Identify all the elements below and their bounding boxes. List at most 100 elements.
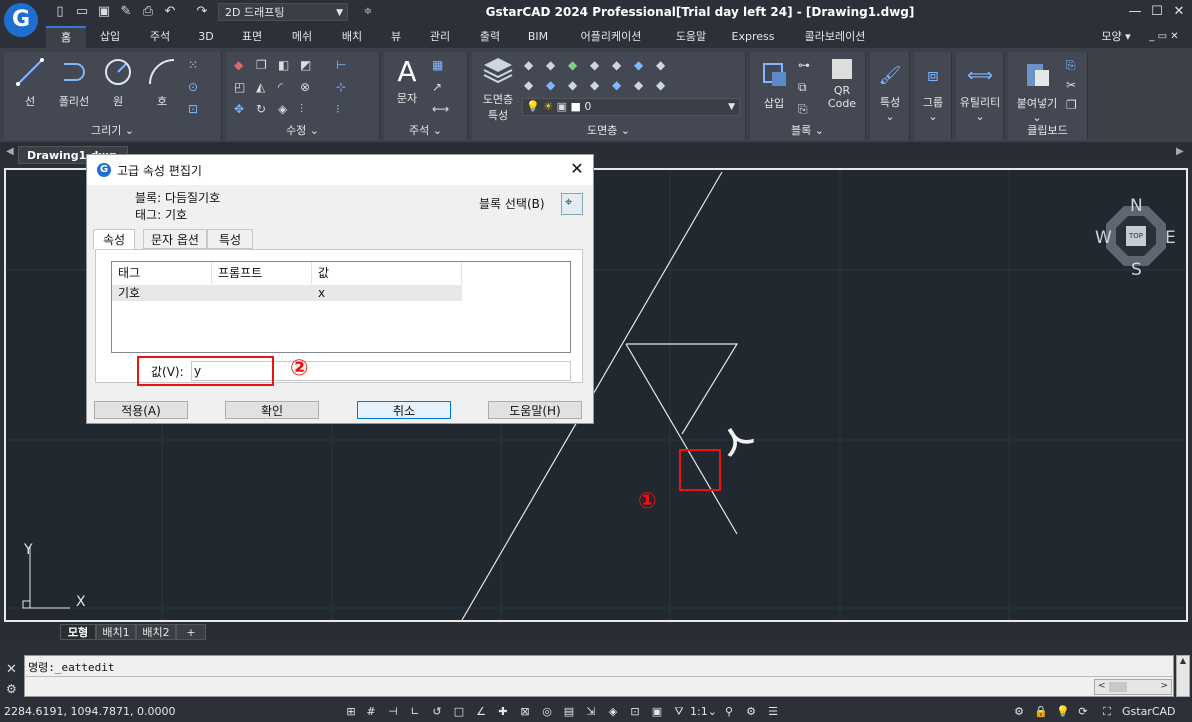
tab-express[interactable]: Express <box>724 26 782 48</box>
current-layer-select[interactable]: 💡 ☀ ▣ ■ 0 ▼ <box>522 98 740 116</box>
tab-scroll-right-icon[interactable]: ▶ <box>1176 146 1184 157</box>
undo-icon[interactable]: ↶ <box>162 4 178 20</box>
ok-button[interactable]: 확인 <box>225 401 319 419</box>
layer-tool-4-icon[interactable]: ◆ <box>590 58 606 72</box>
layer-tool-6-icon[interactable]: ◆ <box>634 58 650 72</box>
layer-tool-13-icon[interactable]: ◆ <box>634 78 650 92</box>
block-panel-title[interactable]: 블록 ⌄ <box>750 122 865 138</box>
dynamic-input-icon[interactable]: ⊠ <box>518 705 532 719</box>
block-attr-icon[interactable]: ⧉ <box>798 80 814 94</box>
text-button[interactable]: A 문자 <box>388 56 426 106</box>
app-logo-icon[interactable]: G <box>4 3 38 37</box>
quick-access-menu-icon[interactable]: ≑ <box>360 4 376 20</box>
close-command-icon[interactable]: ✕ <box>6 662 17 677</box>
doc-window-controls[interactable]: _ ▭ ✕ <box>1138 26 1190 48</box>
mirror-icon[interactable]: ◧ <box>278 58 294 72</box>
tab-applications[interactable]: 어플리케이션 <box>566 26 656 48</box>
workspace-select[interactable]: 2D 드래프팅 ▼ <box>218 3 348 21</box>
annotation-visibility-icon[interactable]: ⚲ <box>722 705 736 719</box>
print-icon[interactable]: ⎙ <box>140 4 156 20</box>
minimize-icon[interactable]: — <box>1124 3 1146 21</box>
properties-button[interactable]: 🖌 특성 ⌄ <box>872 60 908 123</box>
tab-view[interactable]: 뷰 <box>380 26 412 48</box>
tab-surface[interactable]: 표면 <box>230 26 274 48</box>
tab-home[interactable]: 홈 <box>46 26 86 48</box>
status-menu-icon[interactable]: ☰ <box>766 705 780 719</box>
hardware-accel-icon[interactable]: ⟳ <box>1076 705 1090 719</box>
grid-snap-icon[interactable]: ⊞ <box>344 705 358 719</box>
layer-tool-3-icon[interactable]: ◆ <box>568 58 584 72</box>
osnap-icon[interactable]: □ <box>452 705 466 719</box>
tab-annotate[interactable]: 주석 <box>138 26 182 48</box>
save-as-icon[interactable]: ✎ <box>118 4 134 20</box>
tab-layout1[interactable]: 배치1 <box>96 624 136 640</box>
paste-button[interactable]: 붙여넣기 ⌄ <box>1010 58 1064 124</box>
table-icon[interactable]: ▦ <box>432 58 448 72</box>
tab-bim[interactable]: BIM <box>518 26 558 48</box>
lineweight-icon[interactable]: ◎ <box>540 705 554 719</box>
transparency-icon[interactable]: ▤ <box>562 705 576 719</box>
annotation-scale-icon[interactable]: ⛛ <box>672 705 686 719</box>
scale-icon[interactable]: ◭ <box>256 80 272 94</box>
copy-base-icon[interactable]: ❐ <box>1066 98 1082 112</box>
annotation-scale-value[interactable]: 1:1⌄ <box>690 705 717 718</box>
column-header-value[interactable]: 값 <box>312 262 462 284</box>
trim-icon[interactable]: ⫶ <box>300 102 316 116</box>
dialog-close-icon[interactable]: ✕ <box>567 159 587 179</box>
dimension-icon[interactable]: ⟷ <box>432 102 449 116</box>
tab-3d[interactable]: 3D <box>188 26 224 48</box>
selection-cycle-icon[interactable]: ⇲ <box>584 705 598 719</box>
modify-panel-title[interactable]: 수정 ⌄ <box>226 122 379 138</box>
redo-icon[interactable]: ↷ <box>194 4 210 20</box>
line-button[interactable]: 선 <box>8 56 52 109</box>
layer-tool-1-icon[interactable]: ◆ <box>524 58 540 72</box>
groups-button[interactable]: ⧈ 그룹 ⌄ <box>916 60 950 123</box>
fillet-icon[interactable]: ◜ <box>278 80 294 94</box>
model-space-icon[interactable]: ▣ <box>650 705 664 719</box>
qr-code-button[interactable]: QR Code <box>822 56 862 110</box>
tab-layout2[interactable]: 배치2 <box>136 624 176 640</box>
align-icon[interactable]: ⊢ <box>336 58 352 72</box>
rotate-icon[interactable]: ↻ <box>256 102 272 116</box>
grid-display-icon[interactable]: # <box>364 705 378 719</box>
ellipse-icon[interactable]: ⊙ <box>188 80 204 94</box>
circle-button[interactable]: 원 <box>96 56 140 109</box>
point-grid-icon[interactable]: ⁙ <box>188 58 204 72</box>
tab-output[interactable]: 출력 <box>468 26 512 48</box>
copy-clip-icon[interactable]: ⎘ <box>1066 58 1082 72</box>
close-window-icon[interactable]: ✕ <box>1168 3 1190 21</box>
break-icon[interactable]: ⊹ <box>336 80 352 94</box>
layers-panel-title[interactable]: 도면층 ⌄ <box>472 122 745 138</box>
maximize-icon[interactable]: ☐ <box>1146 3 1168 21</box>
command-vscroll[interactable]: ▲ <box>1176 655 1190 697</box>
command-hscroll[interactable]: < > <box>1094 679 1172 695</box>
clean-screen-icon[interactable]: ⛶ <box>1100 705 1114 719</box>
layer-tool-10-icon[interactable]: ◆ <box>568 78 584 92</box>
move-icon[interactable]: ✥ <box>234 102 250 116</box>
utilities-button[interactable]: ⟺ 유틸리티 ⌄ <box>956 60 1004 123</box>
layer-tool-9-icon[interactable]: ◆ <box>546 78 562 92</box>
layer-tool-11-icon[interactable]: ◆ <box>590 78 606 92</box>
new-file-icon[interactable]: ▯ <box>52 4 68 20</box>
tab-manage[interactable]: 관리 <box>418 26 462 48</box>
tab-text-options[interactable]: 문자 옵션 <box>143 229 207 249</box>
erase-icon[interactable]: ◆ <box>234 58 250 72</box>
polar-icon[interactable]: ↺ <box>430 705 444 719</box>
polyline-button[interactable]: 폴리선 <box>52 56 96 109</box>
isolate-icon[interactable]: 💡 <box>1056 705 1070 719</box>
block-write-icon[interactable]: ⎘ <box>798 102 814 116</box>
tab-attribute[interactable]: 속성 <box>93 229 135 250</box>
offset-icon[interactable]: ◩ <box>300 58 316 72</box>
ortho-icon[interactable]: ∟ <box>408 705 422 719</box>
help-button[interactable]: 도움말(H) <box>488 401 582 419</box>
apply-button[interactable]: 적용(A) <box>94 401 188 419</box>
column-header-prompt[interactable]: 프롬프트 <box>212 262 312 284</box>
otrack-icon[interactable]: ∠ <box>474 705 488 719</box>
dynamic-ucs-icon[interactable]: ✚ <box>496 705 510 719</box>
cancel-button[interactable]: 취소 <box>357 401 451 419</box>
stretch-icon[interactable]: ◈ <box>278 102 294 116</box>
workspace-switch-icon[interactable]: ⚙ <box>744 705 758 719</box>
tab-insert[interactable]: 삽입 <box>88 26 132 48</box>
select-block-button[interactable]: ⌖ <box>561 193 583 215</box>
array-icon[interactable]: ◰ <box>234 80 250 94</box>
